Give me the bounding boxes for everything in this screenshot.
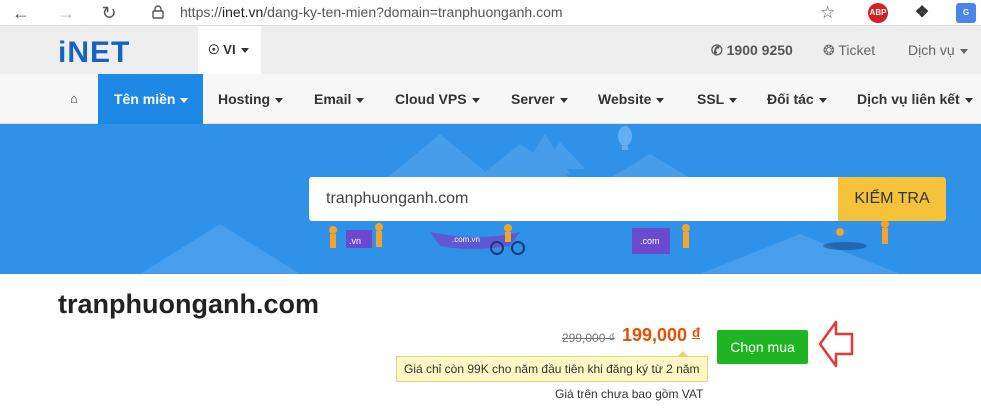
ticket-link[interactable]: ❂ Ticket (823, 26, 875, 74)
promo-tooltip: Giá chỉ còn 99K cho năm đầu tiên khi đăn… (396, 351, 708, 382)
menu-item-ssl[interactable]: SSL (697, 74, 738, 124)
chevron-down-icon (656, 97, 665, 103)
chevron-down-icon (729, 97, 738, 103)
menu-item-hosting[interactable]: Hosting (218, 74, 284, 124)
domain-search-hero: .vn .com.vn .com KIỂM TRA (0, 124, 981, 274)
menu-label: Email (314, 91, 352, 107)
menu-label: SSL (697, 91, 725, 107)
menu-label: Dịch vụ liên kết (857, 91, 960, 107)
url-host: inet.vn (222, 4, 264, 20)
inet-logo[interactable]: iNET (58, 36, 130, 70)
buy-button[interactable]: Chọn mua (717, 330, 808, 364)
url-prefix: https:// (180, 4, 223, 20)
chevron-down-icon (240, 48, 249, 54)
lifebuoy-icon: ❂ (823, 42, 835, 58)
result-domain-name: tranphuonganh.com (58, 289, 319, 319)
translate-extension-icon[interactable]: G (956, 3, 976, 23)
menu-item-server[interactable]: Server (511, 74, 568, 124)
globe-icon: ☉ (208, 42, 220, 57)
adblock-extension-icon[interactable]: ABP (868, 3, 888, 23)
menu-item-website[interactable]: Website (598, 74, 665, 124)
menu-label: Đối tác (767, 91, 814, 107)
service-label: Dịch vụ (908, 42, 955, 58)
tag-extension-icon[interactable]: ❖ (912, 3, 932, 23)
old-price: 299,000 ₫ (562, 331, 615, 345)
chevron-down-icon (818, 97, 827, 103)
chevron-down-icon (959, 48, 968, 54)
bookmark-star-icon[interactable]: ☆ (820, 3, 835, 23)
menu-item-ten-mien[interactable]: Tên miền (98, 74, 203, 124)
menu-item-doi-tac[interactable]: Đối tác (767, 74, 827, 124)
new-price-value: 199,000 (622, 325, 688, 345)
url-path: /dang-ky-ten-mien?domain=tranphuonganh.c… (263, 4, 563, 20)
reload-icon[interactable]: ↻ (98, 2, 120, 24)
menu-item-dich-vu-lien-ket[interactable]: Dịch vụ liên kết (857, 74, 973, 124)
language-selector[interactable]: ☉ VI (198, 26, 261, 74)
main-menu: ⌂ Tên miền Hosting Email Cloud VPS Serve… (0, 74, 981, 124)
menu-item-email[interactable]: Email (314, 74, 365, 124)
menu-label: Cloud VPS (395, 91, 467, 107)
chevron-down-icon (964, 97, 973, 103)
forward-arrow-icon[interactable]: → (55, 2, 77, 24)
chevron-down-icon (275, 97, 284, 103)
comvn-badge: .com.vn (452, 235, 480, 244)
menu-item-cloud-vps[interactable]: Cloud VPS (395, 74, 480, 124)
top-bar: iNET ☉ VI ✆ 1900 9250 ❂ Ticket Dịch vụ (0, 26, 981, 74)
phone-icon: ✆ (711, 42, 723, 58)
menu-label: Server (511, 91, 555, 107)
check-domain-button[interactable]: KIỂM TRA (838, 177, 946, 221)
vat-note: Giá trên chưa bao gồm VAT (555, 387, 704, 401)
chevron-down-icon (471, 97, 480, 103)
vn-badge: .vn (349, 236, 361, 246)
currency-symbol: đ (692, 325, 701, 340)
menu-label: Website (598, 91, 652, 107)
hotline-link[interactable]: ✆ 1900 9250 (711, 26, 793, 74)
back-arrow-icon[interactable]: ← (10, 2, 32, 24)
menu-label: Tên miền (114, 91, 176, 107)
chevron-down-icon (356, 97, 365, 103)
chevron-down-icon (180, 97, 189, 103)
menu-label: Hosting (218, 91, 271, 107)
logo-text: iNET (58, 36, 131, 69)
com-badge: .com (640, 236, 660, 246)
language-label: VI (223, 42, 236, 57)
hotline-number: 1900 9250 (726, 42, 793, 58)
browser-toolbar: ← → ↻ https://inet.vn/dang-ky-ten-mien?d… (0, 0, 981, 26)
lock-icon (152, 5, 164, 19)
ticket-label: Ticket (838, 42, 876, 58)
new-price: 199,000 đ (622, 325, 700, 346)
domain-search-input[interactable] (309, 177, 838, 221)
address-bar[interactable]: https://inet.vn/dang-ky-ten-mien?domain=… (180, 4, 563, 20)
pointing-arrow-icon (818, 320, 854, 368)
chevron-down-icon (559, 97, 568, 103)
service-menu[interactable]: Dịch vụ (908, 26, 968, 74)
home-icon[interactable]: ⌂ (70, 74, 78, 124)
